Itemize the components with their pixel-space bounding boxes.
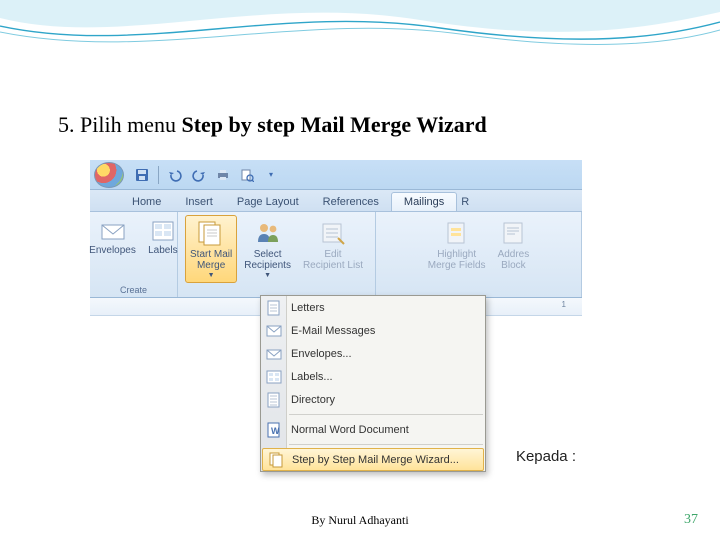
undo-icon[interactable]	[165, 165, 185, 185]
titlebar: ▾	[90, 160, 582, 190]
tab-mailings[interactable]: Mailings	[391, 192, 457, 211]
start-mail-merge-button[interactable]: Start Mail Merge ▼	[185, 215, 237, 283]
footer-author: By Nurul Adhayanti	[0, 513, 720, 528]
tab-references[interactable]: References	[311, 193, 391, 211]
start-mail-merge-l2: Merge	[197, 260, 225, 271]
save-icon[interactable]	[132, 165, 152, 185]
menu-item-envelopes[interactable]: Envelopes...	[261, 342, 485, 365]
tab-insert[interactable]: Insert	[173, 193, 225, 211]
menu-email-label: E-Mail Messages	[291, 325, 375, 337]
group-create: Envelopes Labels Create	[90, 212, 178, 297]
address-l2: Block	[501, 260, 525, 271]
instruction-text: 5. Pilih menu Step by step Mail Merge Wi…	[58, 112, 487, 138]
address-l1: Addres	[498, 249, 530, 260]
directory-icon	[265, 391, 283, 409]
word-screenshot: ▾ Home Insert Page Layout References Mai…	[90, 160, 582, 465]
print-icon[interactable]	[213, 165, 233, 185]
chevron-down-icon: ▼	[264, 272, 271, 280]
startmerge-icon	[196, 220, 226, 246]
menu-item-email[interactable]: E-Mail Messages	[261, 319, 485, 342]
decorative-wave	[0, 0, 720, 60]
document-text-kepada: Kepada :	[516, 448, 576, 465]
group-write-insert: Highlight Merge Fields Addres Block	[376, 212, 582, 297]
highlight-merge-fields-button[interactable]: Highlight Merge Fields	[423, 215, 491, 279]
menu-item-normal-word-document[interactable]: W Normal Word Document	[261, 418, 485, 441]
office-button[interactable]	[94, 162, 124, 188]
editlist-icon	[320, 220, 346, 246]
letter-doc-icon	[265, 299, 283, 317]
menu-normal-label: Normal Word Document	[291, 424, 409, 436]
select-recipients-button[interactable]: Select Recipients ▼	[239, 215, 296, 283]
envelopes-button[interactable]: Envelopes	[84, 215, 141, 279]
menu-letters-label: Letters	[291, 302, 325, 314]
chevron-down-icon: ▼	[208, 272, 215, 280]
edit-recipient-list-button[interactable]: Edit Recipient List	[298, 215, 368, 279]
select-recipients-l1: Select	[254, 249, 282, 260]
labels-icon	[151, 220, 175, 242]
menu-item-step-by-step-wizard[interactable]: Step by Step Mail Merge Wizard...	[262, 448, 484, 471]
menu-labels-label: Labels...	[291, 371, 333, 383]
instruction-prefix: 5. Pilih menu	[58, 112, 181, 137]
address-block-button[interactable]: Addres Block	[493, 215, 535, 279]
ruler-mark-1: 1	[562, 300, 566, 309]
tab-home[interactable]: Home	[120, 193, 173, 211]
qat-separator	[158, 166, 159, 184]
menu-envelopes-label: Envelopes...	[291, 348, 352, 360]
email-icon	[265, 322, 283, 340]
labels-small-icon	[265, 368, 283, 386]
menu-wizard-label: Step by Step Mail Merge Wizard...	[292, 454, 459, 466]
footer-page-number: 37	[684, 512, 698, 528]
instruction-bold: Step by step Mail Merge Wizard	[181, 112, 486, 137]
ribbon-tabs: Home Insert Page Layout References Maili…	[90, 190, 582, 212]
envelopes-label: Envelopes	[89, 245, 136, 256]
menu-item-directory[interactable]: Directory	[261, 388, 485, 411]
edit-recipient-l2: Recipient List	[303, 260, 363, 271]
tab-page-layout[interactable]: Page Layout	[225, 193, 311, 211]
preview-icon[interactable]	[237, 165, 257, 185]
group-create-label: Create	[120, 284, 147, 296]
ribbon: Envelopes Labels Create Start Mail Merge…	[90, 212, 582, 298]
highlight-icon	[444, 220, 470, 246]
menu-item-letters[interactable]: Letters	[261, 296, 485, 319]
recipients-icon	[255, 220, 281, 246]
menu-item-labels[interactable]: Labels...	[261, 365, 485, 388]
labels-button[interactable]: Labels	[143, 215, 183, 279]
start-mail-merge-l1: Start Mail	[190, 249, 232, 260]
tab-review-clip[interactable]: R	[457, 193, 473, 211]
menu-separator	[289, 414, 483, 415]
select-recipients-l2: Recipients	[244, 260, 291, 271]
labels-label: Labels	[148, 245, 177, 256]
qat-more-icon[interactable]: ▾	[261, 165, 281, 185]
envelope-small-icon	[265, 345, 283, 363]
redo-icon[interactable]	[189, 165, 209, 185]
highlight-l2: Merge Fields	[428, 260, 486, 271]
group-start-mail-merge: Start Mail Merge ▼ Select Recipients ▼ E…	[178, 212, 376, 297]
svg-text:W: W	[271, 426, 280, 436]
menu-separator	[289, 444, 483, 445]
edit-recipient-l1: Edit	[324, 249, 341, 260]
word-doc-icon: W	[265, 421, 283, 439]
quick-access-toolbar: ▾	[132, 165, 281, 185]
highlight-l1: Highlight	[437, 249, 476, 260]
menu-directory-label: Directory	[291, 394, 335, 406]
address-icon	[501, 220, 525, 246]
envelope-icon	[101, 220, 125, 242]
wizard-icon	[267, 451, 285, 469]
start-mail-merge-dropdown: Letters E-Mail Messages Envelopes... Lab…	[260, 295, 486, 472]
